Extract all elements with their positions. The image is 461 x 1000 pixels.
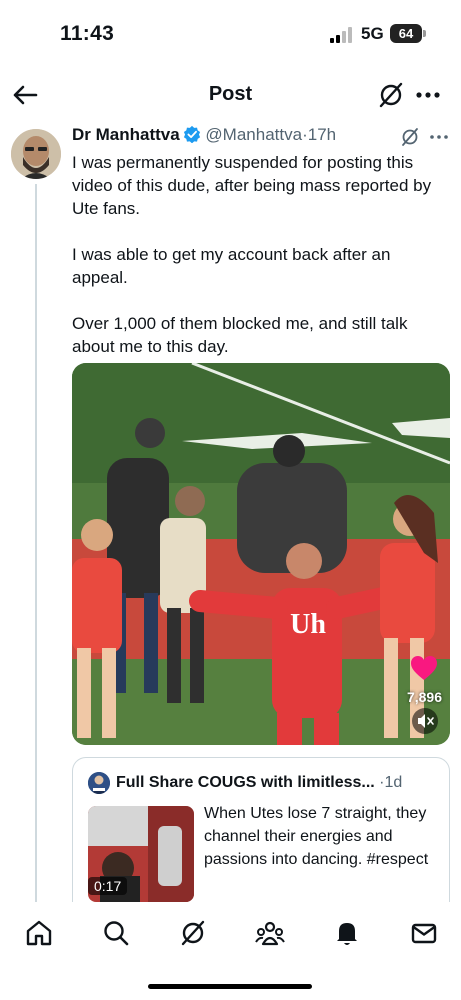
communities-icon — [255, 921, 285, 946]
quoted-post[interactable]: Full Share COUGS with limitless... ·1d 0… — [72, 757, 450, 917]
status-bar: 11:43 5G 64 — [0, 0, 461, 68]
video-frame: Uh — [72, 363, 450, 745]
more-horizontal-icon — [416, 92, 440, 98]
network-type: 5G — [361, 24, 384, 43]
grok-icon — [379, 82, 403, 108]
quote-author-name[interactable]: Full Share COUGS with limitless... — [116, 774, 375, 791]
notifications-icon — [337, 923, 357, 945]
author-name[interactable]: Dr Manhattva — [72, 125, 180, 144]
tab-grok[interactable] — [178, 918, 208, 948]
top-nav-bar: Post — [0, 70, 461, 120]
cellular-signal-icon — [330, 27, 354, 43]
more-options-button[interactable] — [414, 81, 442, 109]
more-horizontal-icon — [430, 135, 448, 139]
author-avatar[interactable] — [11, 129, 61, 179]
tweet-paragraph: I was permanently suspended for posting … — [72, 153, 432, 218]
author-handle[interactable]: @Manhattva — [205, 125, 302, 144]
tweet-paragraph: Over 1,000 of them blocked me, and still… — [72, 314, 408, 356]
quote-body: When Utes lose 7 straight, they channel … — [204, 805, 429, 868]
speaker-muted-icon — [418, 714, 434, 728]
tweet-grok-button[interactable] — [400, 127, 420, 147]
thread-connector-line — [35, 184, 37, 902]
tweet-timestamp[interactable]: 17h — [308, 125, 336, 144]
tweet-paragraph: I was able to get my account back after … — [72, 245, 391, 287]
author-avatar-image — [11, 129, 61, 179]
grok-icon — [402, 128, 418, 146]
status-time: 11:43 — [60, 22, 115, 45]
tab-search[interactable] — [101, 918, 131, 948]
quote-author-avatar[interactable] — [88, 772, 110, 794]
jersey-text: Uh — [290, 609, 326, 640]
back-button[interactable] — [10, 80, 40, 110]
tweet-more-button[interactable] — [428, 127, 450, 147]
quote-timestamp: 1d — [384, 774, 403, 791]
like-heart-icon[interactable] — [410, 655, 438, 681]
messages-icon — [411, 923, 437, 944]
video-like-count: 7,896 — [406, 689, 442, 705]
tab-home[interactable] — [24, 918, 54, 948]
tab-notifications[interactable] — [332, 918, 362, 948]
tweet-header: Dr Manhattva @Manhattva·17h — [72, 125, 336, 149]
mute-button[interactable] — [412, 708, 438, 734]
tab-messages[interactable] — [409, 918, 439, 948]
home-indicator[interactable] — [148, 984, 312, 989]
arrow-left-icon — [13, 85, 38, 105]
video-duration-badge: 0:17 — [88, 877, 128, 895]
tweet-body: I was permanently suspended for posting … — [72, 151, 444, 381]
search-icon — [104, 921, 129, 946]
home-icon — [26, 920, 52, 946]
tweet-video[interactable]: Uh 7,896 — [72, 363, 450, 745]
grok-button[interactable] — [377, 81, 405, 109]
tab-communities[interactable] — [255, 918, 285, 948]
grok-icon — [181, 920, 205, 946]
verified-badge-icon — [183, 125, 200, 143]
quote-header: Full Share COUGS with limitless... ·1d — [116, 774, 402, 792]
battery-icon: 64 — [390, 24, 426, 43]
